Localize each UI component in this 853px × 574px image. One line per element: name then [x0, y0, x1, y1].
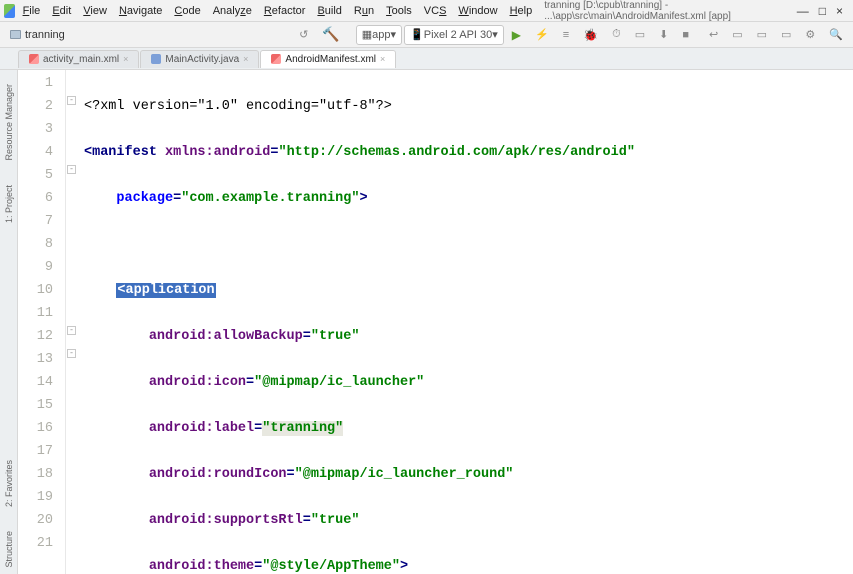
- tool-icon: ▭: [781, 28, 791, 41]
- menu-navigate[interactable]: Navigate: [115, 3, 166, 19]
- build-button[interactable]: 🔨: [316, 25, 345, 45]
- vcs-icon: ↩: [709, 28, 718, 41]
- tab-activity-main[interactable]: activity_main.xml ×: [18, 50, 139, 68]
- gear-icon: ⚙: [805, 28, 815, 41]
- close-icon[interactable]: ×: [243, 54, 248, 64]
- window-controls: — □ ×: [791, 4, 849, 18]
- menu-file[interactable]: File: [19, 3, 45, 19]
- xml-file-icon: [29, 54, 39, 64]
- maximize-button[interactable]: □: [819, 4, 826, 18]
- menubar: File Edit View Navigate Code Analyze Ref…: [0, 0, 853, 22]
- menu-view[interactable]: View: [79, 3, 111, 19]
- fold-toggle[interactable]: -: [67, 165, 76, 174]
- folder-icon: [10, 30, 21, 39]
- device-selector[interactable]: 📱 Pixel 2 API 30 ▾: [404, 25, 504, 45]
- structure-button[interactable]: ▭: [726, 25, 748, 45]
- run-button[interactable]: ▶: [506, 25, 527, 45]
- profile-button[interactable]: ⏱: [606, 25, 627, 45]
- tool1-button[interactable]: ▭: [751, 25, 773, 45]
- menu-refactor[interactable]: Refactor: [260, 3, 310, 19]
- favorites-tab[interactable]: 2: Favorites: [3, 454, 15, 513]
- resource-manager-tab[interactable]: Resource Manager: [3, 78, 15, 167]
- attach-icon: ≡: [563, 29, 569, 41]
- code-editor[interactable]: 1 2 3 4 5 6 7 8 9 10 11 12 13 14 15 16 1…: [18, 70, 853, 574]
- settings-button[interactable]: ⚙: [799, 25, 821, 45]
- project-tab[interactable]: 1: Project: [3, 179, 15, 229]
- attach-button[interactable]: ≡: [557, 25, 575, 45]
- structure-tab[interactable]: Structure: [3, 525, 15, 574]
- tool-icon: ▭: [757, 28, 767, 41]
- avd-button[interactable]: ▭: [629, 25, 651, 45]
- menu-build[interactable]: Build: [313, 3, 345, 19]
- debug-button[interactable]: 🐞: [577, 25, 604, 45]
- minimize-button[interactable]: —: [797, 4, 809, 18]
- menu-tools[interactable]: Tools: [382, 3, 416, 19]
- window-title-path: tranning [D:\cpub\tranning] - ...\app\sr…: [544, 0, 787, 22]
- menu-run[interactable]: Run: [350, 3, 378, 19]
- vcs-button[interactable]: ↩: [703, 25, 724, 45]
- fold-toggle[interactable]: -: [67, 326, 76, 335]
- phone-icon: ▭: [635, 28, 645, 41]
- sync-button[interactable]: ↺: [293, 25, 314, 45]
- structure-icon: ▭: [732, 28, 742, 41]
- code-content[interactable]: <?xml version="1.0" encoding="utf-8"?> <…: [78, 70, 706, 574]
- close-icon[interactable]: ×: [380, 54, 385, 64]
- fold-gutter: - - - -: [66, 70, 78, 574]
- menu-vcs[interactable]: VCS: [420, 3, 451, 19]
- breadcrumb[interactable]: tranning: [4, 27, 71, 43]
- xml-file-icon: [271, 54, 281, 64]
- search-icon: 🔍: [829, 28, 843, 41]
- breadcrumb-label: tranning: [25, 29, 65, 41]
- editor-tabs: activity_main.xml × MainActivity.java × …: [0, 48, 853, 70]
- menu-edit[interactable]: Edit: [48, 3, 75, 19]
- line-number-gutter: 1 2 3 4 5 6 7 8 9 10 11 12 13 14 15 16 1…: [18, 70, 66, 574]
- toolbar: tranning ↺ 🔨 ▦ app ▾ 📱 Pixel 2 API 30 ▾ …: [0, 22, 853, 48]
- tab-manifest[interactable]: AndroidManifest.xml ×: [260, 50, 396, 68]
- apply-icon: ⚡: [535, 28, 549, 41]
- fold-toggle[interactable]: -: [67, 96, 76, 105]
- profile-icon: ⏱: [612, 28, 621, 41]
- menu-help[interactable]: Help: [506, 3, 537, 19]
- search-button[interactable]: 🔍: [823, 25, 849, 45]
- java-file-icon: [151, 54, 161, 64]
- left-tool-tabs: Resource Manager 1: Project 2: Favorites…: [0, 70, 18, 574]
- close-button[interactable]: ×: [836, 4, 843, 18]
- sdk-button[interactable]: ⬇: [653, 25, 674, 45]
- tab-mainactivity[interactable]: MainActivity.java ×: [140, 50, 259, 68]
- tool2-button[interactable]: ▭: [775, 25, 797, 45]
- menu-analyze[interactable]: Analyze: [209, 3, 256, 19]
- sdk-icon: ⬇: [659, 28, 668, 41]
- menu-code[interactable]: Code: [170, 3, 204, 19]
- menu-window[interactable]: Window: [454, 3, 501, 19]
- close-icon[interactable]: ×: [123, 54, 128, 64]
- stop-icon: ■: [682, 29, 689, 41]
- run-config-selector[interactable]: ▦ app ▾: [356, 25, 402, 45]
- apply-changes-button[interactable]: ⚡: [529, 25, 555, 45]
- app-logo-icon: [4, 4, 15, 18]
- fold-toggle[interactable]: -: [67, 349, 76, 358]
- stop-button[interactable]: ■: [676, 25, 695, 45]
- sync-icon: ↺: [299, 28, 308, 41]
